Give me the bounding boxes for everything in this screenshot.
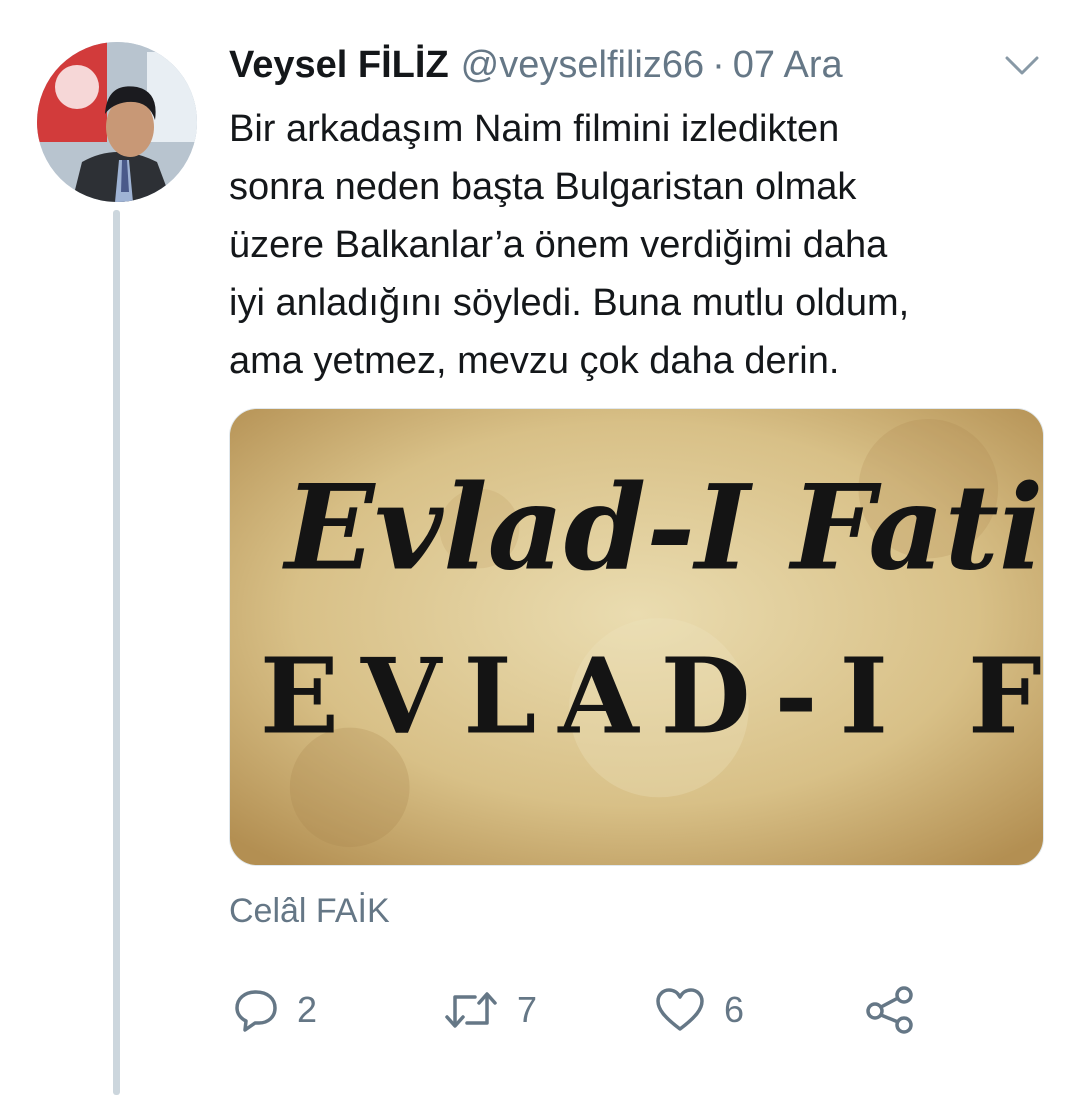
like-button[interactable]: 6 — [654, 980, 744, 1040]
like-count: 6 — [724, 989, 745, 1030]
media-script-title: Evlad-I Fatih — [282, 458, 1043, 596]
thread-line — [113, 210, 120, 1095]
tweet-text-line: üzere Balkanlar’a önem verdiğimi daha — [229, 224, 888, 266]
author-name[interactable]: Veysel FİLİZ — [229, 44, 449, 87]
heart-icon — [656, 988, 704, 1031]
author-handle[interactable]: @veyselfiliz66 — [461, 44, 704, 87]
share-icon — [866, 986, 913, 1034]
tweet-text-line: Bir arkadaşım Naim filmini izledikten — [229, 108, 840, 150]
retweet-count: 7 — [517, 989, 538, 1030]
chevron-down-icon[interactable] — [1000, 48, 1044, 84]
tweet-text: Bir arkadaşım Naim filmini izledikten so… — [229, 100, 1049, 390]
separator-dot: · — [712, 44, 725, 86]
reply-button[interactable]: 2 — [233, 980, 317, 1040]
tweet-text-line: sonra neden başta Bulgaristan olmak — [229, 166, 857, 208]
media-caps-title: EVLAD-I FATIH — [260, 637, 1043, 758]
tweet-header: Veysel FİLİZ @veyselfiliz66 · 07 Ara — [229, 44, 989, 92]
retweet-button[interactable]: 7 — [443, 980, 537, 1040]
tweet-date[interactable]: 07 Ara — [733, 44, 843, 87]
author-avatar[interactable] — [37, 42, 197, 202]
media-attribution[interactable]: Celâl FAİK — [229, 892, 390, 931]
reply-icon — [235, 990, 277, 1032]
avatar-photo — [37, 42, 197, 202]
share-button[interactable] — [865, 980, 915, 1040]
retweet-icon — [445, 992, 497, 1028]
tweet-text-line: ama yetmez, mevzu çok daha derin. — [229, 340, 840, 382]
reply-count: 2 — [297, 989, 318, 1030]
tweet-media-image[interactable]: Evlad-I Fatih EVLAD-I FATIH — [229, 408, 1044, 866]
tweet-actions: 2 7 6 — [229, 980, 989, 1040]
tweet-text-line: iyi anladığını söyledi. Buna mutlu oldum… — [229, 282, 910, 324]
